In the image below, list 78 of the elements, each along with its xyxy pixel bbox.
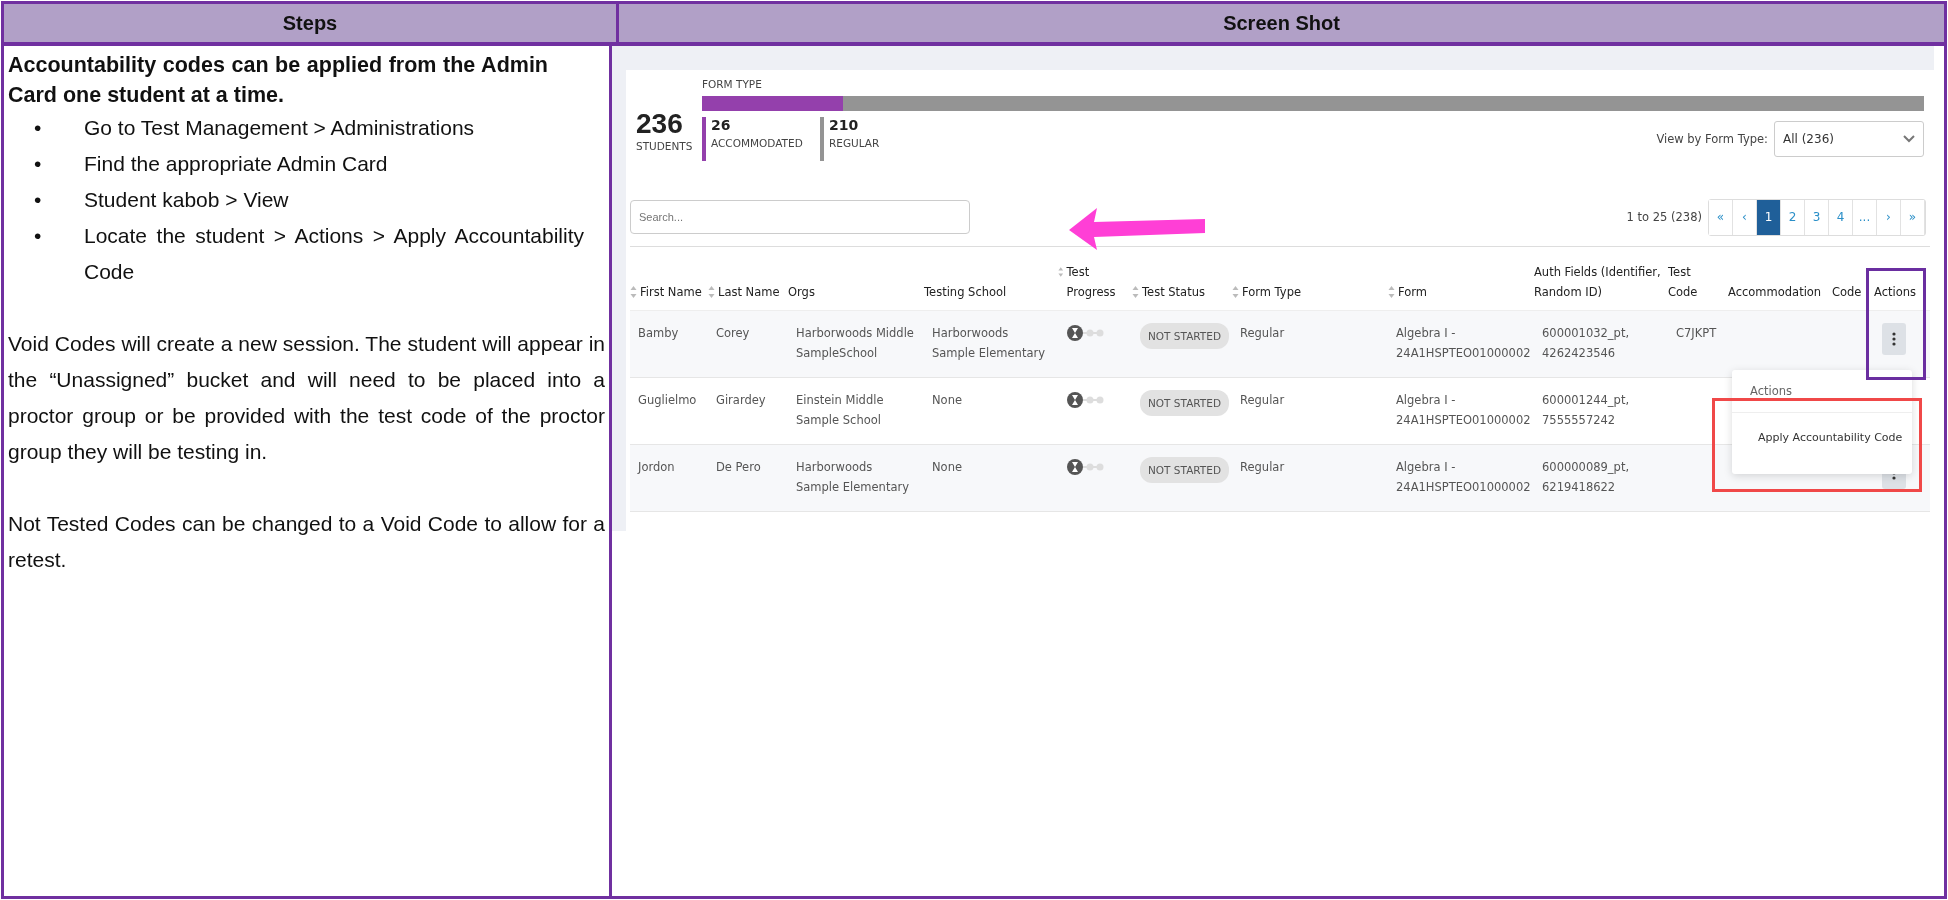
column-heading: Code (1832, 284, 1862, 301)
sort-icon[interactable] (1232, 285, 1239, 299)
menu-item[interactable]: Apply Accountability Code (1732, 425, 1912, 450)
column-heading: Accommodation (1728, 284, 1822, 301)
column-heading: First Name (640, 284, 702, 301)
page-button[interactable]: « (1709, 199, 1733, 235)
step-item: Student kabob > View (84, 187, 290, 213)
table-cell: None (932, 460, 962, 474)
student-count: 236 (636, 108, 684, 140)
table-cell: Jordon (638, 460, 675, 474)
bullet-marker: • (34, 151, 43, 177)
table-cell: 600001032_pt, 4262423546 (1542, 326, 1630, 360)
column-heading: Test Status (1142, 284, 1205, 301)
form-type-label: FORM TYPE (702, 78, 763, 90)
table-cell: Regular (1240, 393, 1285, 407)
sort-icon[interactable] (1388, 285, 1395, 299)
group-count: 26 (711, 117, 732, 133)
bullet-marker: • (34, 115, 43, 141)
table-cell: 600001244_pt, 7555557242 (1542, 393, 1630, 427)
step-paragraph: Not Tested Codes can be changed to a Void Code to allow for a retest. (8, 511, 605, 573)
column-heading: Auth Fields (Identifier, Random ID) (1534, 264, 1662, 301)
view-by-label: View by Form Type: (1656, 132, 1768, 146)
step-item: Locate the student > Actions > Apply Accountability Code (84, 223, 584, 285)
table-cell: Regular (1240, 326, 1285, 340)
column-header: Screen Shot (1222, 10, 1341, 36)
progress-icon (1066, 390, 1106, 410)
group-count: 210 (829, 117, 860, 133)
bullet-marker: • (34, 223, 43, 249)
student-label: STUDENTS (636, 140, 692, 152)
step-item: Go to Test Management > Administrations (84, 115, 476, 141)
table-cell: Bamby (638, 326, 679, 340)
table-cell: Harborwoods Sample Elementary (796, 460, 909, 494)
sort-icon[interactable] (1058, 265, 1064, 279)
step-item: Find the appropriate Admin Card (84, 151, 389, 177)
column-heading: Actions (1874, 284, 1916, 301)
column-heading: Test Code (1668, 264, 1699, 301)
table-cell: Einstein Middle Sample School (796, 393, 884, 427)
steps-heading: Accountability codes can be applied from the Admin Card one student at a time. (8, 52, 548, 109)
sort-icon[interactable] (630, 285, 637, 299)
chevron-down-icon (1903, 135, 1915, 143)
column-heading: Form (1398, 284, 1427, 301)
table-cell: Girardey (716, 393, 766, 407)
search-field[interactable]: Search... (630, 200, 970, 234)
table-cell: Algebra I - 24A1HSPTEO01000002 (1396, 393, 1531, 427)
menu-title: Actions (1732, 370, 1912, 413)
page-range: 1 to 25 (238) (1626, 210, 1702, 224)
column-heading: Form Type (1242, 284, 1302, 301)
kebab-menu-button[interactable] (1882, 323, 1906, 355)
status-badge: NOT STARTED (1140, 390, 1229, 416)
page-button[interactable]: 1 (1757, 199, 1781, 235)
status-badge: NOT STARTED (1140, 457, 1229, 483)
table-cell: Guglielmo (638, 393, 697, 407)
table-cell: Algebra I - 24A1HSPTEO01000002 (1396, 460, 1531, 494)
table-cell: C7JKPT (1676, 326, 1717, 340)
table-cell: Harborwoods Middle SampleSchool (796, 326, 914, 360)
column-heading: Orgs (788, 284, 815, 301)
status-badge: NOT STARTED (1140, 323, 1229, 349)
table-cell: 600000089_pt, 6219418622 (1542, 460, 1630, 494)
table-cell: Regular (1240, 460, 1285, 474)
sort-icon[interactable] (1132, 285, 1139, 299)
column-heading: Test Progress (1066, 264, 1117, 301)
progress-icon (1066, 323, 1106, 343)
column-heading: Testing School (924, 284, 1007, 301)
bullet-marker: • (34, 187, 43, 213)
group-label: REGULAR (829, 137, 880, 149)
table-cell: Corey (716, 326, 750, 340)
sort-icon[interactable] (708, 285, 715, 299)
kebab-icon (1892, 332, 1896, 346)
form-type-select[interactable]: All (236) (1774, 121, 1924, 157)
step-paragraph: Void Codes will create a new session. The student will appear in the “Unassigned” bucket and will need to be placed into a proctor group or be provided with the test code of the proctor group they will be testing in. (8, 331, 605, 465)
table-cell: Harborwoods Sample Elementary (932, 326, 1045, 360)
table-cell: Algebra I - 24A1HSPTEO01000002 (1396, 326, 1531, 360)
table-cell: De Pero (716, 460, 761, 474)
table-cell: None (932, 393, 962, 407)
column-header: Steps (4, 4, 619, 42)
progress-icon (1066, 457, 1106, 477)
group-label: ACCOMMODATED (711, 137, 803, 149)
column-heading: Last Name (718, 284, 780, 301)
